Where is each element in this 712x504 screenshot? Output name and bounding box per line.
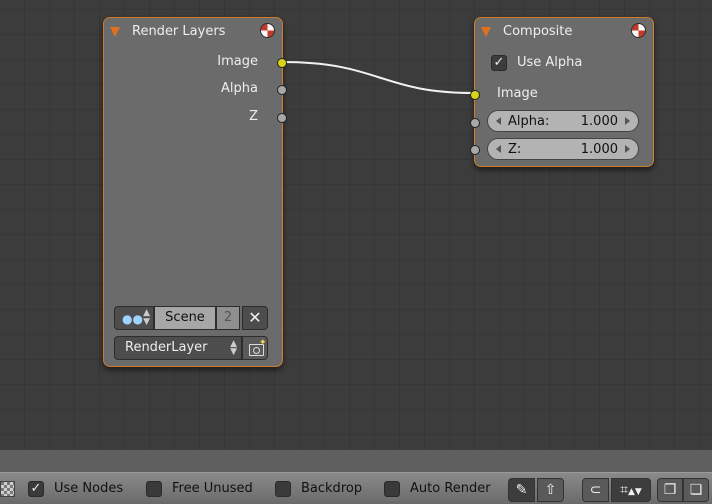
backdrop-checkbox[interactable] — [275, 481, 291, 497]
input-z-socket[interactable] — [470, 145, 480, 155]
snap-button[interactable]: ⊂ — [582, 478, 609, 502]
updown-icon: ▲▼ — [143, 308, 150, 327]
auto-render-label: Auto Render — [410, 481, 491, 496]
z-slider-label: Z: — [508, 142, 522, 157]
node-editor-footer: ✓ Use Nodes Free Unused Backdrop Auto Re… — [0, 450, 712, 504]
increment-arrow-icon[interactable] — [625, 145, 630, 153]
alpha-slider-label: Alpha: — [508, 114, 550, 129]
render-layer-dropdown[interactable]: RenderLayer ▲ ▼ — [114, 336, 242, 360]
free-unused-label: Free Unused — [172, 481, 253, 496]
scene-name-field[interactable]: Scene — [154, 306, 216, 330]
camera-lens-icon — [253, 347, 260, 354]
node-title: Render Layers — [132, 24, 226, 39]
render-layers-node[interactable]: Render Layers Image Alpha Z ●● ▲ ▼ Scene … — [103, 17, 287, 367]
collapse-arrow-icon[interactable] — [481, 27, 491, 37]
input-image-label: Image — [497, 86, 538, 101]
alpha-slider[interactable]: Alpha: 1.000 — [487, 110, 639, 132]
free-unused-checkbox[interactable] — [146, 481, 162, 497]
output-image-socket[interactable] — [277, 58, 287, 68]
scene-unlink-button[interactable]: ✕ — [242, 306, 268, 330]
increment-arrow-icon[interactable] — [625, 117, 630, 125]
copy-icon: ❐ — [663, 482, 677, 498]
use-nodes-label: Use Nodes — [54, 481, 124, 496]
backdrop-label: Backdrop — [301, 481, 363, 496]
pin-icon: ✎ — [515, 482, 528, 498]
decrement-arrow-icon[interactable] — [496, 117, 501, 125]
input-image-socket[interactable] — [470, 90, 480, 100]
use-alpha-checkbox[interactable]: ✓ — [491, 55, 507, 71]
collapse-arrow-icon[interactable] — [110, 27, 120, 37]
output-alpha-socket[interactable] — [277, 85, 287, 95]
render-layer-name: RenderLayer — [125, 340, 208, 355]
paste-button[interactable]: ❏ — [683, 478, 709, 502]
auto-render-checkbox[interactable] — [384, 481, 400, 497]
output-z-label: Z — [249, 109, 258, 124]
checkerboard-icon[interactable] — [0, 481, 15, 497]
pin-button[interactable]: ✎ — [508, 478, 535, 502]
node-header[interactable]: Render Layers — [104, 18, 282, 46]
paste-icon: ❏ — [689, 482, 703, 498]
copy-button[interactable]: ❐ — [657, 478, 683, 502]
snap-icon: ⊂ — [589, 482, 602, 498]
node-header[interactable]: Composite — [475, 18, 653, 46]
composite-node[interactable]: Composite ✓ Use Alpha Image Alpha: 1.000… — [470, 17, 654, 167]
decrement-arrow-icon[interactable] — [496, 145, 501, 153]
output-image-label: Image — [217, 54, 258, 69]
go-to-parent-button[interactable]: ⇧ — [537, 478, 564, 502]
scene-browse-button[interactable]: ●● ▲ ▼ — [114, 306, 154, 330]
alpha-slider-value: 1.000 — [580, 114, 618, 129]
footer-divider — [0, 450, 712, 473]
snap-element-icon: ⌗ — [620, 482, 629, 498]
preview-toggle-icon[interactable] — [632, 24, 645, 37]
use-nodes-checkbox[interactable]: ✓ — [28, 481, 44, 497]
scene-selector: ●● ▲ ▼ Scene 2 ✕ — [114, 306, 270, 330]
output-alpha-label: Alpha — [221, 81, 258, 96]
go-to-parent-icon: ⇧ — [544, 482, 557, 498]
output-z-socket[interactable] — [277, 113, 287, 123]
scene-users-count[interactable]: 2 — [216, 306, 240, 330]
render-layer-button[interactable]: ✦ — [242, 336, 268, 360]
node-title: Composite — [503, 24, 573, 39]
scene-icon: ●● — [122, 312, 143, 326]
preview-toggle-icon[interactable] — [261, 24, 274, 37]
z-slider[interactable]: Z: 1.000 — [487, 138, 639, 160]
sparkle-icon: ✦ — [259, 338, 267, 348]
updown-icon: ▲▼ — [230, 339, 237, 357]
node-editor-header: ✓ Use Nodes Free Unused Backdrop Auto Re… — [0, 472, 712, 504]
snap-element-dropdown[interactable]: ⌗▲▼ — [611, 478, 651, 502]
use-alpha-label: Use Alpha — [517, 55, 583, 70]
z-slider-value: 1.000 — [580, 142, 618, 157]
updown-icon: ▲▼ — [628, 487, 642, 497]
input-alpha-socket[interactable] — [470, 118, 480, 128]
